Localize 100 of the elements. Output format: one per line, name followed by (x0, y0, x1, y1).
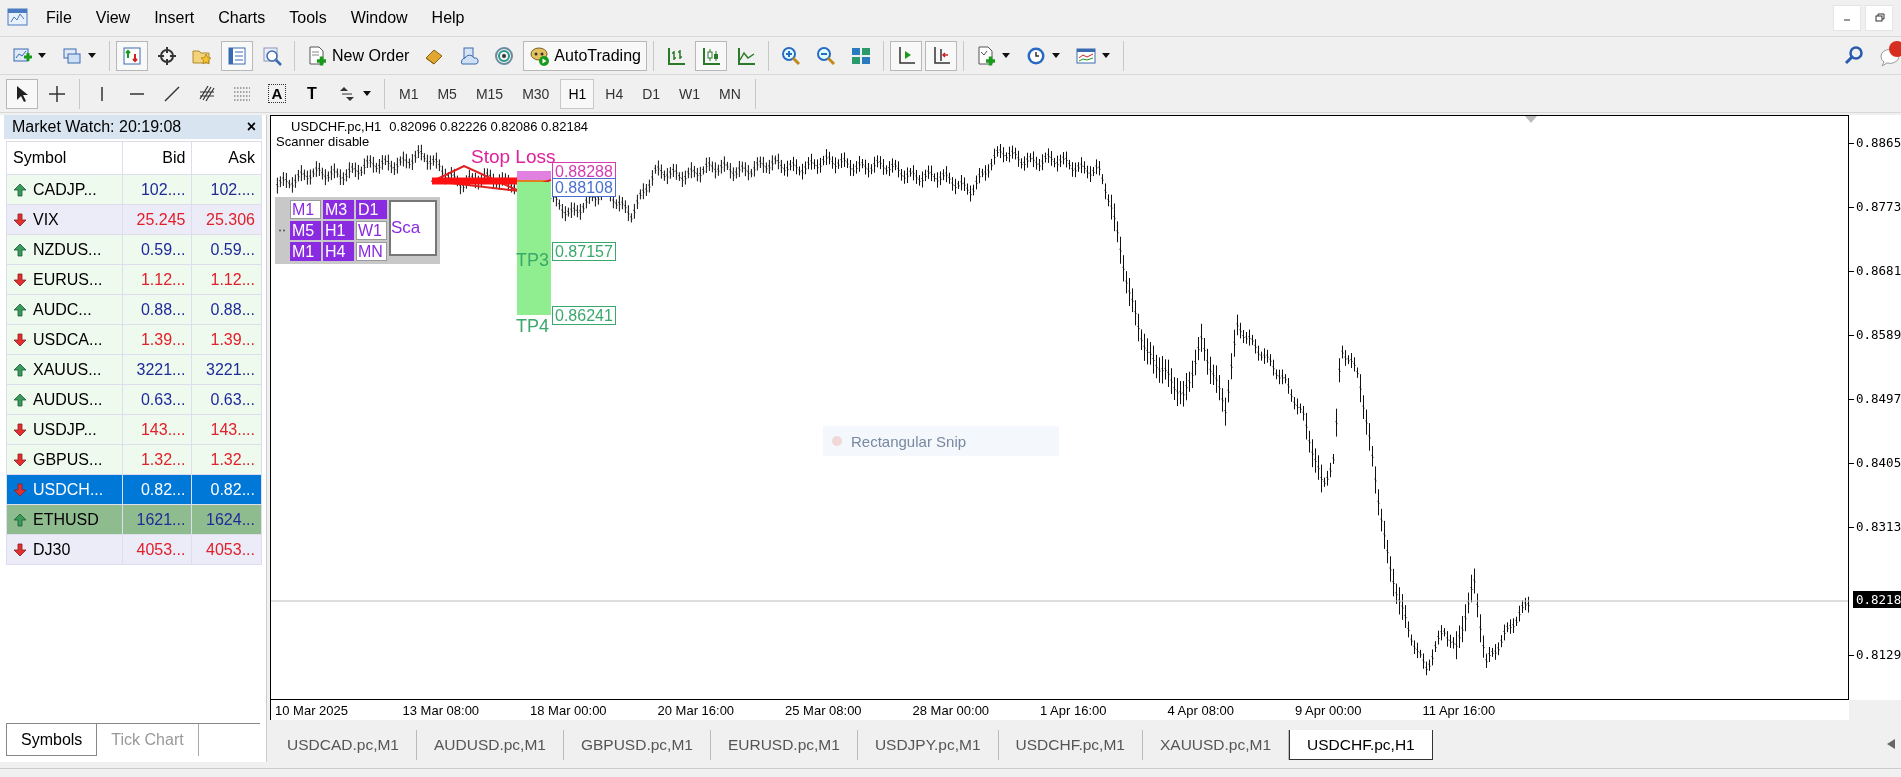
column-header[interactable]: Symbol (6, 141, 123, 175)
text-tool-button[interactable]: T (296, 78, 328, 109)
symbol-row[interactable]: CADJP... 102.... 102.... (6, 174, 262, 205)
time-tick: 4 Apr 08:00 (1167, 702, 1235, 718)
axis-arrow-button[interactable] (924, 40, 957, 71)
price-tick: 0.8497 (1856, 391, 1901, 406)
scroll-left-icon[interactable] (1887, 739, 1895, 749)
text-tool-button[interactable]: A (261, 78, 293, 109)
menu-item[interactable]: File (34, 5, 84, 31)
current-price: 0.8218 (1853, 591, 1901, 608)
price-cell: 0.59... (191, 234, 262, 265)
symbol-row[interactable]: ETHUSD 1621... 1624... (6, 504, 262, 535)
list-window-button[interactable] (221, 40, 253, 71)
symbol-name: EURUS... (33, 270, 103, 289)
menu-item[interactable]: Help (419, 5, 477, 31)
time-tick: 18 Mar 00:00 (530, 702, 608, 718)
arrows-window-button[interactable] (116, 40, 148, 71)
menu-item[interactable]: Charts (206, 5, 278, 31)
crosshair-icon (157, 45, 177, 66)
timeframe-toggle[interactable]: M1 (290, 200, 321, 219)
document-plus-button[interactable]: New Order (301, 40, 416, 71)
windows-icon (62, 45, 82, 66)
scan-button[interactable]: Sca (389, 200, 437, 256)
chart-tab[interactable]: USDJPY.pc,M1 (857, 730, 999, 760)
price-cell: 1.39... (122, 324, 192, 355)
price-cell: 0.82... (122, 474, 192, 505)
timeframe-button[interactable]: D1 (634, 78, 669, 109)
app-window-icon (6, 7, 30, 29)
price-cell: 1.12... (191, 264, 262, 295)
timeframe-button[interactable]: H1 (560, 78, 595, 109)
menu-item[interactable]: Tools (277, 5, 339, 31)
price-tick: 0.8681 (1856, 263, 1901, 278)
candlestick-button[interactable] (694, 40, 727, 71)
timeframe-button[interactable]: H4 (597, 78, 632, 109)
symbol-name: USDCH... (33, 480, 104, 499)
timeframe-button[interactable]: M5 (429, 78, 465, 109)
signal-rings-icon (494, 45, 515, 66)
symbol-row[interactable]: AUDC... 0.88... 0.88... (6, 294, 262, 325)
symbol-row[interactable]: USDCH... 0.82... 0.82... (6, 474, 262, 505)
shift-marker-icon[interactable] (1525, 116, 1537, 123)
timeframe-toggle[interactable]: MN (356, 242, 387, 261)
cursor-button[interactable] (6, 78, 38, 109)
price-cell: 3221... (191, 354, 262, 385)
symbol-row[interactable]: EURUS... 1.12... 1.12... (6, 264, 262, 295)
axis-play-button[interactable] (889, 40, 922, 71)
timeframe-button[interactable]: M30 (514, 78, 558, 109)
price-tick: 0.8865 (1856, 135, 1901, 150)
time-tick: 13 Mar 08:00 (402, 702, 481, 718)
close-button[interactable]: × (246, 118, 256, 136)
price-cell: 143.... (122, 414, 192, 445)
timeframe-toggle[interactable]: H1 (323, 221, 354, 240)
timeframe-toggle[interactable]: W1 (356, 221, 387, 240)
timeframe-toggle[interactable]: D1 (356, 200, 387, 219)
symbol-row[interactable]: DJ30 4053... 4053... (6, 534, 262, 565)
symbol-row[interactable]: AUDUS... 0.63... 0.63... (6, 384, 262, 415)
price-cell: 3221... (122, 354, 192, 385)
restore-icon[interactable] (1865, 5, 1893, 31)
timeframe-button[interactable]: MN (711, 78, 749, 109)
timeframe-button[interactable]: M15 (467, 78, 512, 109)
time-tick: 11 Apr 16:00 (1422, 702, 1497, 718)
symbol-row[interactable]: NZDUS... 0.59... 0.59... (6, 234, 262, 265)
symbol-row[interactable]: USDCA... 1.39... 1.39... (6, 324, 262, 355)
symbol-row[interactable]: USDJP... 143.... 143.... (6, 414, 262, 445)
symbol-name: ETHUSD (33, 510, 99, 529)
symbol-row[interactable]: XAUUS... 3221... 3221... (6, 354, 262, 385)
chart-tab[interactable]: GBPUSD.pc,M1 (563, 730, 711, 760)
chart-tab[interactable]: AUDUSD.pc,M1 (416, 730, 564, 760)
robot-play-button[interactable]: AutoTrading (523, 40, 647, 71)
column-header[interactable]: Bid (122, 141, 192, 175)
menu-item[interactable]: View (83, 5, 143, 31)
symbol-name: USDJP... (33, 420, 97, 439)
panel-tab[interactable]: Symbols (6, 724, 98, 756)
timeframe-button[interactable]: W1 (671, 78, 709, 109)
price-tick: 0.8405 (1856, 455, 1901, 470)
symbol-name: VIX (33, 210, 59, 229)
timeframe-toggle[interactable]: M3 (323, 200, 354, 219)
clock-icon (1025, 45, 1046, 66)
snip-icon (831, 435, 843, 447)
symbol-row[interactable]: GBPUS... 1.32... 1.32... (6, 444, 262, 475)
timeframe-button[interactable]: M1 (391, 78, 427, 109)
chart-tab[interactable]: USDCAD.pc,M1 (270, 730, 417, 760)
price-cell: 1.32... (191, 444, 262, 475)
price-cell: 0.88... (122, 294, 192, 325)
price-cell: 0.59... (122, 234, 192, 265)
line-chart-icon (735, 45, 756, 66)
column-header[interactable]: Ask (191, 141, 262, 175)
timeframe-toggle[interactable]: M5 (290, 221, 321, 240)
symbol-name: NZDUS... (33, 240, 102, 259)
search-icon[interactable] (1843, 45, 1865, 67)
price-tick: 0.8589 (1856, 327, 1901, 342)
timeframe-toggle[interactable]: M1 (290, 242, 321, 261)
chart-tab[interactable]: USDCHF.pc,H1 (1289, 730, 1433, 760)
timeframe-toggle[interactable]: H4 (323, 242, 354, 261)
menu-item[interactable]: Window (338, 5, 420, 31)
chart-tab[interactable]: USDCHF.pc,M1 (998, 730, 1143, 760)
menu-item[interactable]: Insert (142, 5, 207, 31)
symbol-row[interactable]: VIX 25.245 25.306 (6, 204, 262, 235)
magnifier-chart-icon (262, 45, 282, 66)
chart-tab[interactable]: EURUSD.pc,M1 (710, 730, 858, 760)
panel-title: Market Watch: 20:19:08 (12, 118, 182, 136)
